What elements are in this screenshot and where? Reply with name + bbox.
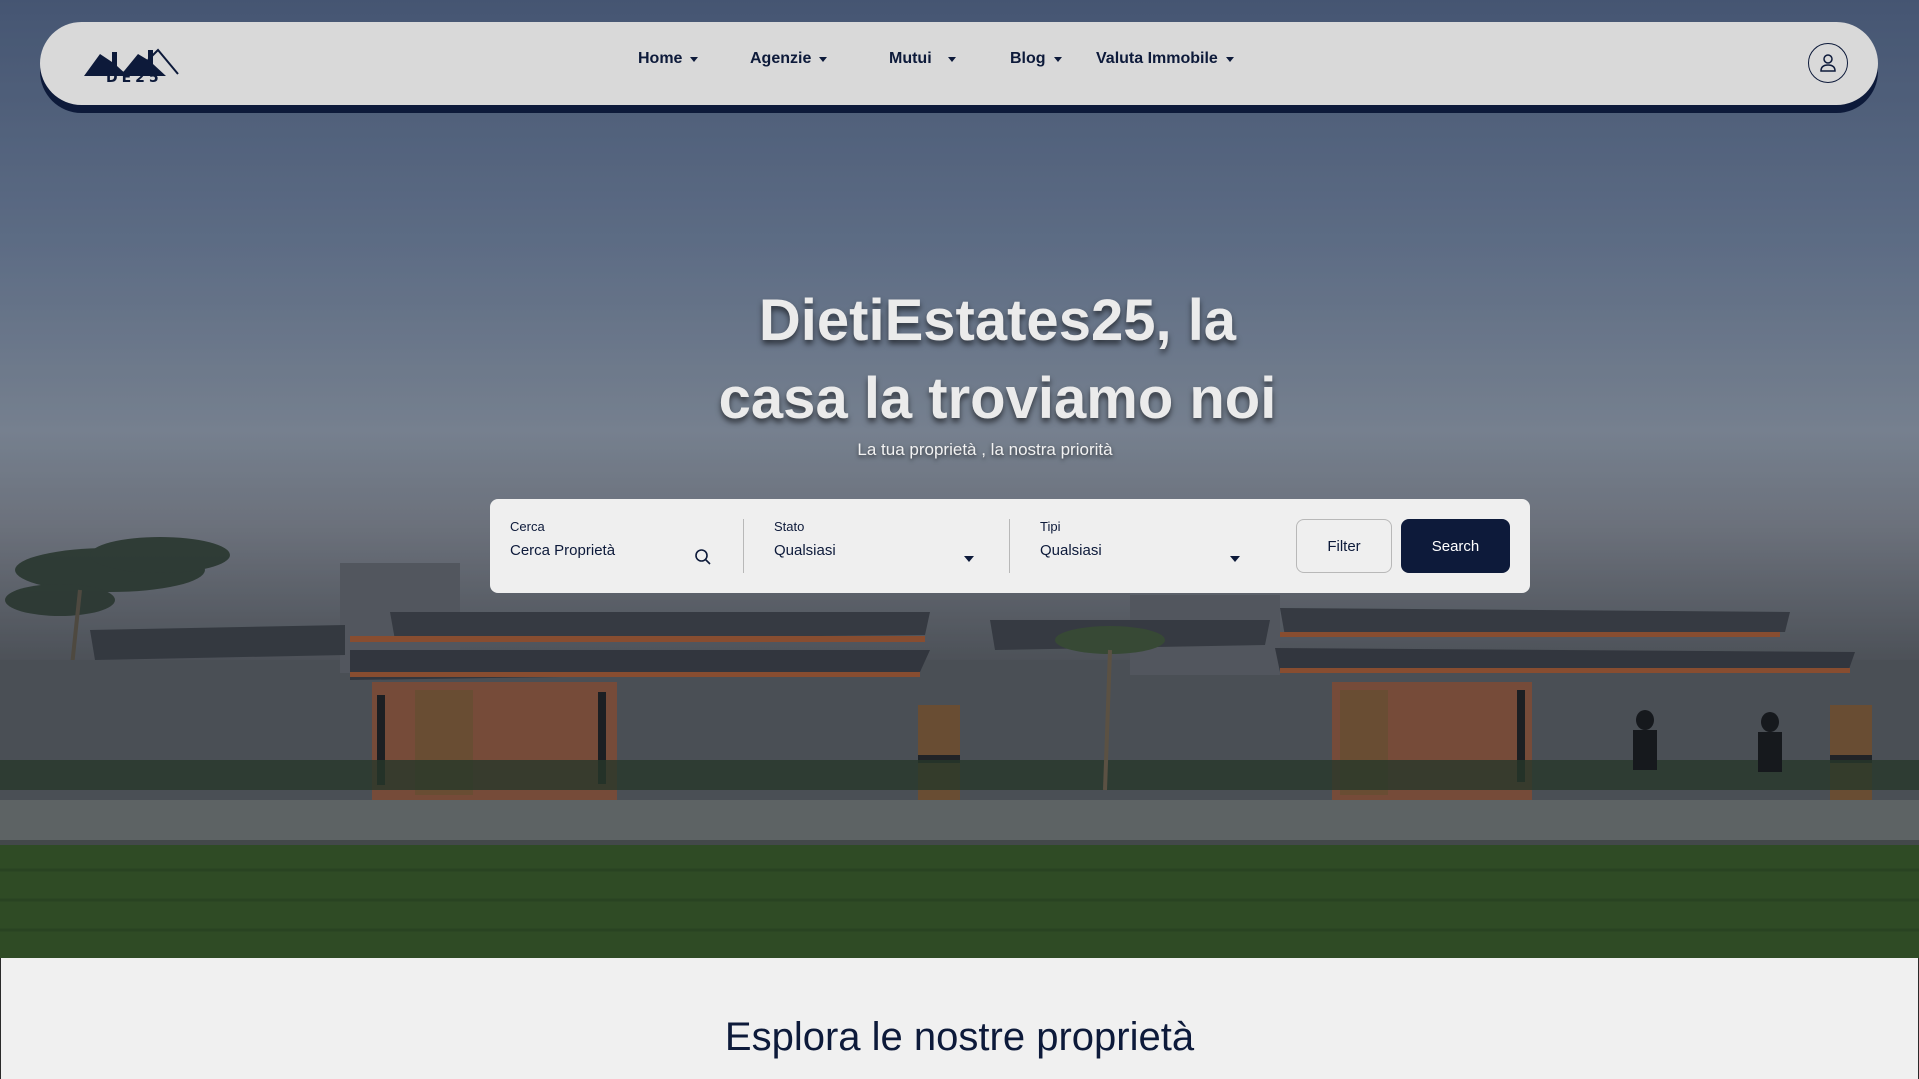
caret-down-icon xyxy=(1053,56,1062,62)
field-divider xyxy=(1009,519,1010,573)
chevron-down-icon xyxy=(964,556,974,562)
tipi-select[interactable]: Tipi Qualsiasi xyxy=(1040,519,1250,573)
nav-valuta-immobile[interactable]: Valuta Immobile xyxy=(1096,50,1234,68)
nav-agenzie[interactable]: Agenzie xyxy=(750,50,828,68)
nav-mutui-label: Mutui xyxy=(889,50,932,67)
nav-home[interactable]: Home xyxy=(638,50,699,68)
caret-down-icon xyxy=(819,56,828,62)
hero-subtitle: La tua proprietà , la nostra priorità xyxy=(857,440,1113,459)
nav-blog[interactable]: Blog xyxy=(1010,50,1062,68)
user-account-button[interactable] xyxy=(1808,43,1848,83)
navbar: DE25 Home Agenzie Mutui Blog Valuta Immo… xyxy=(40,22,1878,105)
caret-down-icon xyxy=(690,56,699,62)
caret-down-icon xyxy=(1225,56,1234,62)
nav-valuta-immobile-label: Valuta Immobile xyxy=(1096,50,1218,67)
nav-blog-label: Blog xyxy=(1010,50,1046,67)
logo-text: DE25 xyxy=(106,70,163,86)
chevron-down-icon xyxy=(1230,556,1240,562)
search-query-field[interactable]: Cerca Cerca Proprietà xyxy=(510,519,720,573)
stato-select[interactable]: Stato Qualsiasi xyxy=(774,519,984,573)
hero-title-line2: casa la troviamo noi xyxy=(718,366,1277,431)
filter-button[interactable]: Filter xyxy=(1296,519,1392,573)
search-query-label: Cerca xyxy=(510,519,545,534)
nav-agenzie-label: Agenzie xyxy=(750,50,812,67)
hero-banner xyxy=(0,0,1919,958)
search-query-input[interactable]: Cerca Proprietà xyxy=(510,542,615,559)
hero-background-image xyxy=(0,0,1919,958)
caret-down-icon xyxy=(947,56,956,62)
user-icon xyxy=(1820,54,1836,72)
field-divider xyxy=(743,519,744,573)
tipi-label: Tipi xyxy=(1040,519,1061,534)
tipi-value: Qualsiasi xyxy=(1040,542,1102,559)
hero-title-line1: DietiEstates25, la xyxy=(758,288,1237,353)
property-search-bar: Cerca Cerca Proprietà Stato Qualsiasi Ti… xyxy=(490,499,1530,593)
search-icon[interactable] xyxy=(694,548,712,566)
nav-home-label: Home xyxy=(638,50,683,67)
stato-value: Qualsiasi xyxy=(774,542,836,559)
search-button[interactable]: Search xyxy=(1401,519,1510,573)
section-title: Esplora le nostre proprietà xyxy=(724,1015,1195,1059)
stato-label: Stato xyxy=(774,519,805,534)
nav-mutui[interactable]: Mutui xyxy=(889,50,956,68)
hero-title: DietiEstates25, la casa la troviamo noi xyxy=(600,282,1395,438)
